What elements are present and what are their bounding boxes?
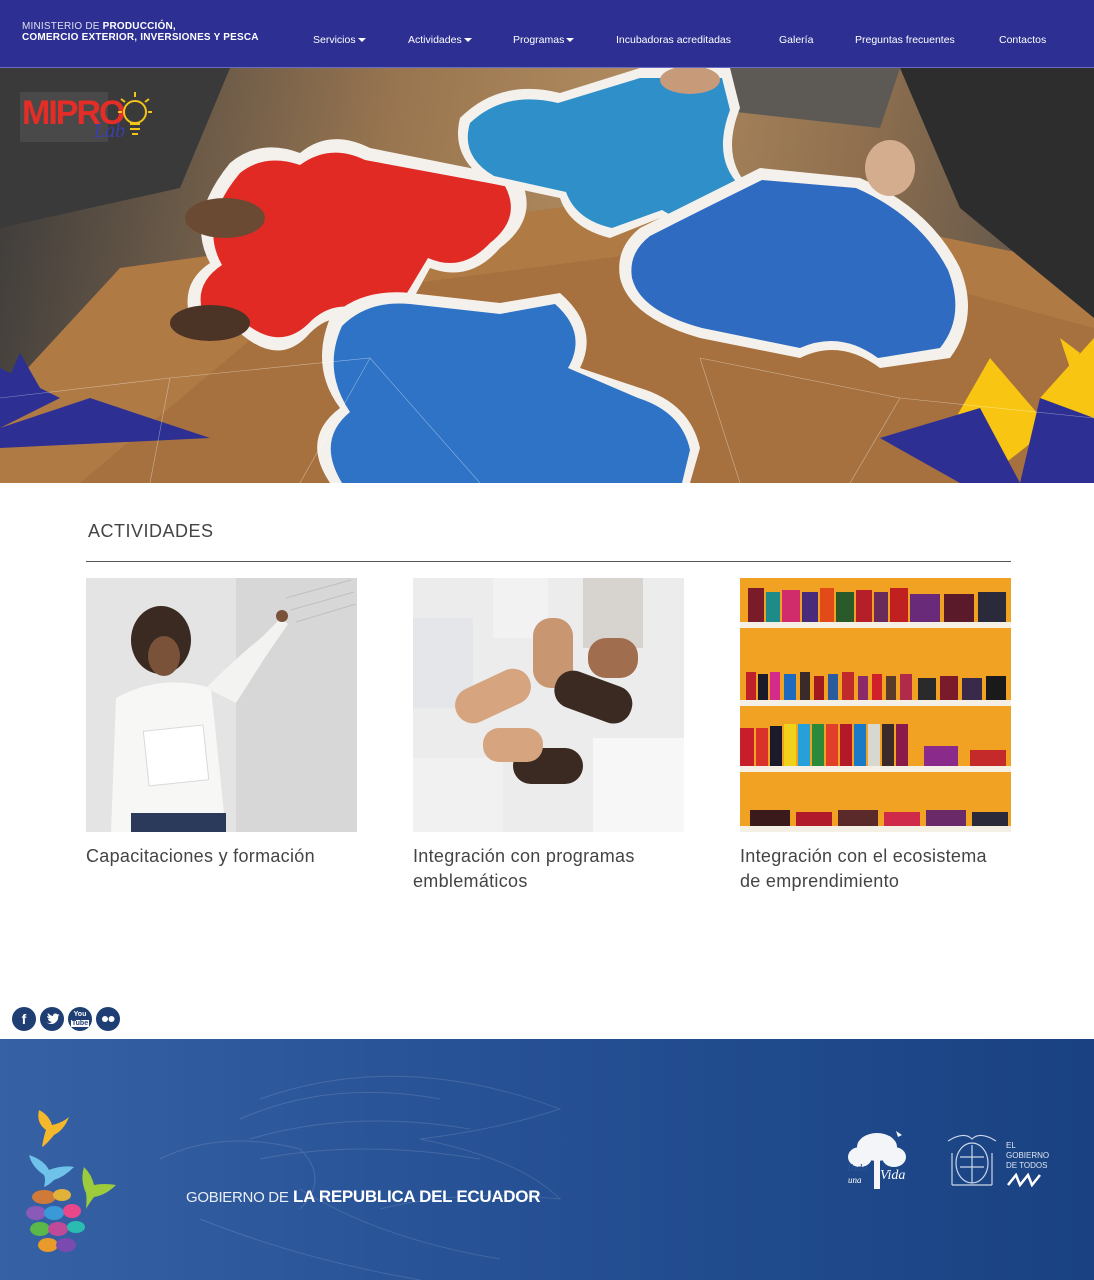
brand-line2: Comercio Exterior, Inversiones y Pesca <box>22 32 259 43</box>
chevron-down-icon <box>463 38 472 43</box>
chevron-down-icon <box>566 38 575 43</box>
ministry-brand[interactable]: Ministerio de Producción, Comercio Exter… <box>22 21 259 43</box>
card-integracion-programas[interactable]: Integración con programas emblemáticos <box>413 578 684 894</box>
twitter-icon[interactable] <box>40 1007 64 1031</box>
chevron-down-icon <box>357 38 366 43</box>
birds-logo <box>26 1110 116 1252</box>
toda-una-vida-logo: Toda una Vida <box>842 1127 912 1202</box>
card-caption: Capacitaciones y formación <box>86 846 315 866</box>
el-gobierno-de-todos-logo: EL GOBIERNO DE TODOS <box>1006 1141 1049 1190</box>
card-caption: Integración con programas emblemáticos <box>413 846 635 891</box>
ecuador-coat-of-arms-icon <box>944 1131 1000 1200</box>
youtube-icon[interactable]: You Tube <box>68 1007 92 1031</box>
gobierno-ecuador-wordmark: GOBIERNO DE LA REPUBLICA DEL ECUADOR <box>186 1187 541 1206</box>
card-image-integracion-programas <box>413 578 684 832</box>
svg-text:Toda: Toda <box>846 1162 868 1174</box>
svg-text:una: una <box>848 1175 862 1185</box>
brand-line1-bold: Producción, <box>102 21 176 32</box>
section-divider <box>86 561 1011 562</box>
nav-item-actividades[interactable]: Actividades <box>408 34 472 46</box>
eagle-watermark <box>159 1075 562 1280</box>
nav-item-programas[interactable]: Programas <box>513 34 575 46</box>
card-ecosistema[interactable]: Integración con el ecosistema de emprend… <box>740 578 1011 894</box>
nav-item-contactos[interactable]: Contactos <box>999 34 1046 46</box>
card-image-ecosistema <box>740 578 1011 832</box>
nav-item-galeria[interactable]: Galería <box>779 34 813 46</box>
section-title: ACTIVIDADES <box>88 521 214 541</box>
nav-item-servicios[interactable]: Servicios <box>313 34 366 46</box>
facebook-icon[interactable]: f <box>12 1007 36 1031</box>
nav-item-preguntas[interactable]: Preguntas frecuentes <box>855 34 955 46</box>
mipro-lab-logo[interactable]: MIPRO Lab <box>18 90 158 150</box>
hero-image <box>0 68 1094 483</box>
nav-item-incubadoras[interactable]: Incubadoras acreditadas <box>616 34 731 46</box>
card-caption: Integración con el ecosistema de emprend… <box>740 846 987 891</box>
svg-text:Vida: Vida <box>880 1168 905 1183</box>
card-image-capacitaciones <box>86 578 357 832</box>
hero-banner: MIPRO Lab <box>0 68 1094 483</box>
brand-line1-light: Ministerio de <box>22 21 100 32</box>
card-capacitaciones[interactable]: Capacitaciones y formación <box>86 578 357 869</box>
flickr-icon[interactable] <box>96 1007 120 1031</box>
footer: GOBIERNO DE LA REPUBLICA DEL ECUADOR Tod… <box>0 1039 1094 1280</box>
lightbulb-icon <box>118 92 152 135</box>
top-navbar: Ministerio de Producción, Comercio Exter… <box>0 0 1094 68</box>
